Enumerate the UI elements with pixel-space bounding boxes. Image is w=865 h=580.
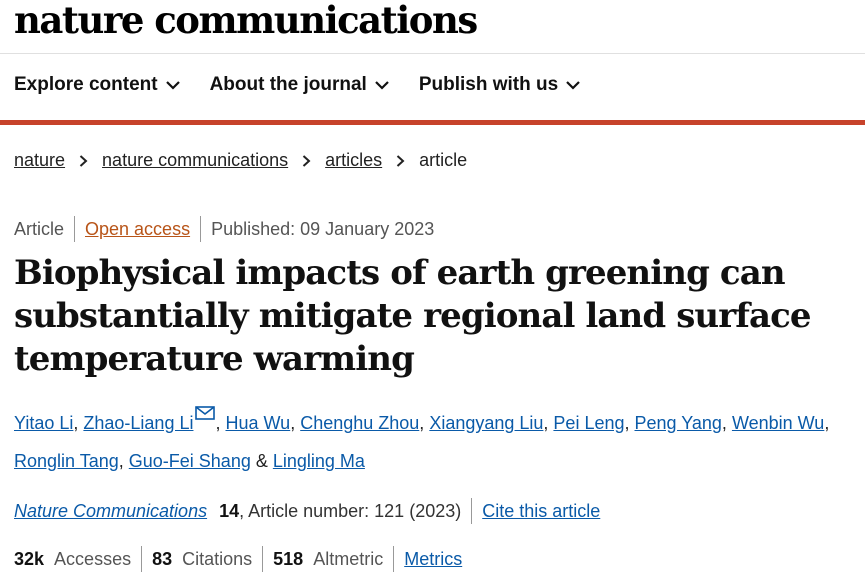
nav-item-label: Publish with us: [418, 74, 559, 95]
nav-item-label: About the journal: [209, 74, 367, 95]
chevron-right-icon: [79, 154, 88, 167]
chevron-down-icon: [566, 80, 580, 90]
author-link[interactable]: Lingling Ma: [273, 451, 365, 471]
article-type: Article: [14, 218, 65, 239]
citations-count: 83: [152, 548, 173, 569]
metrics-divider: [262, 546, 264, 572]
article-metrics: 32k Accesses 83 Citations 518 Altmetric …: [14, 546, 462, 572]
chevron-down-icon: [165, 80, 180, 90]
chevron-right-icon: [396, 154, 405, 167]
chevron-right-icon: [302, 154, 311, 167]
accesses-label: Accesses: [54, 548, 132, 569]
breadcrumb-nature-communications[interactable]: nature communications: [102, 150, 288, 171]
chevron-down-icon: [375, 80, 389, 90]
author-link[interactable]: Zhao-Liang Li: [83, 413, 193, 433]
metrics-divider: [141, 546, 143, 572]
accent-bar: [0, 120, 865, 125]
citations-label: Citations: [182, 548, 253, 569]
altmetric-score: 518: [273, 548, 304, 569]
author-link[interactable]: Ronglin Tang: [14, 451, 119, 471]
breadcrumb: nature nature communications articles ar…: [14, 150, 467, 171]
author-link[interactable]: Pei Leng: [553, 413, 624, 433]
author-link[interactable]: Xiangyang Liu: [429, 413, 543, 433]
author-list: Yitao Li, Zhao-Liang Li, Hua Wu, Chenghu…: [14, 404, 864, 480]
journal-link[interactable]: Nature Communications: [14, 501, 207, 522]
metrics-link[interactable]: Metrics: [404, 549, 462, 570]
header-divider: [0, 53, 865, 54]
site-logo[interactable]: nature communications: [14, 0, 478, 42]
main-nav: Explore content About the journal Publis…: [14, 74, 580, 96]
author-link[interactable]: Wenbin Wu: [732, 413, 824, 433]
breadcrumb-nature[interactable]: nature: [14, 150, 65, 171]
altmetric-label: Altmetric: [313, 548, 384, 569]
cite-divider: [471, 498, 473, 524]
breadcrumb-articles[interactable]: articles: [325, 150, 382, 171]
volume-number: 14: [219, 500, 240, 521]
cite-this-article-link[interactable]: Cite this article: [482, 501, 600, 522]
nav-about-journal[interactable]: About the journal: [210, 74, 389, 96]
meta-divider: [200, 216, 202, 242]
author-link[interactable]: Chenghu Zhou: [300, 413, 419, 433]
article-number: , Article number: 121 (2023): [239, 500, 462, 521]
article-meta: Article Open access Published: 09 Januar…: [14, 216, 434, 242]
nav-publish-with-us[interactable]: Publish with us: [419, 74, 580, 96]
nav-item-label: Explore content: [14, 74, 158, 95]
accesses-count: 32k: [14, 548, 45, 569]
published-date: Published: 09 January 2023: [211, 218, 435, 239]
nav-explore-content[interactable]: Explore content: [14, 74, 180, 96]
author-link[interactable]: Yitao Li: [14, 413, 73, 433]
author-link[interactable]: Peng Yang: [635, 413, 722, 433]
meta-divider: [74, 216, 76, 242]
author-link[interactable]: Guo-Fei Shang: [129, 451, 251, 471]
breadcrumb-current: article: [419, 150, 468, 170]
citation-line: Nature Communications 14 , Article numbe…: [14, 498, 600, 524]
open-access-link[interactable]: Open access: [85, 219, 190, 240]
email-icon[interactable]: [195, 406, 216, 420]
metrics-divider: [393, 546, 395, 572]
author-link[interactable]: Hua Wu: [225, 413, 290, 433]
article-title: Biophysical impacts of earth greening ca…: [14, 253, 812, 379]
